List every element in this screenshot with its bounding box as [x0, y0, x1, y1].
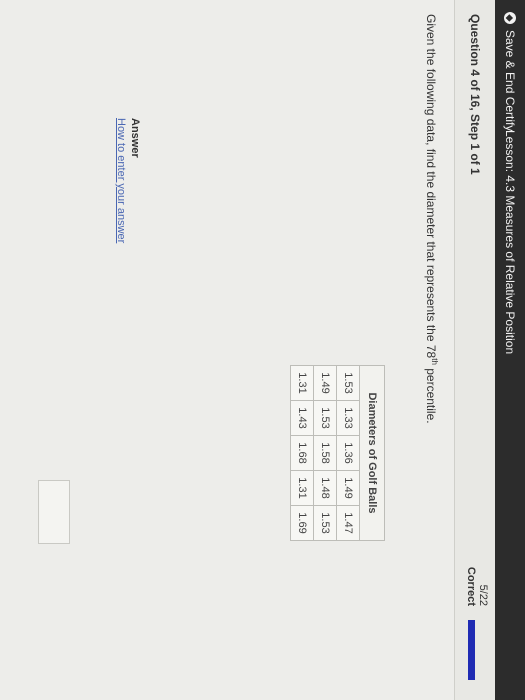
- table-cell: 1.53: [313, 400, 337, 436]
- question-prompt: Given the following data, find the diame…: [424, 14, 439, 424]
- table-cell: 1.49: [336, 470, 360, 506]
- table-row: 1.49 1.53 1.58 1.48 1.53: [313, 365, 337, 541]
- question-header: Question 4 of 16, Step 1 of 1 5/22 Corre…: [454, 0, 495, 700]
- table-cell: 1.69: [290, 505, 314, 541]
- prompt-superscript: th: [430, 358, 439, 365]
- score-fraction: 5/22: [477, 584, 489, 606]
- page: ◆ Save & End Certify Lesson: 4.3 Measure…: [0, 0, 525, 700]
- score-status: Correct: [465, 566, 477, 606]
- table-cell: 1.48: [313, 470, 337, 506]
- progress-bar: [468, 620, 475, 680]
- table-cell: 1.53: [313, 505, 337, 541]
- table-title: Diameters of Golf Balls: [359, 365, 385, 541]
- lesson-title: Lesson: 4.3 Measures of Relative Positio…: [503, 130, 517, 355]
- data-table: Diameters of Golf Balls 1.53 1.33 1.36 1…: [290, 365, 385, 541]
- score: 5/22 Correct: [465, 536, 489, 606]
- prompt-text: Given the following data, find the diame…: [424, 14, 438, 359]
- save-icon: ◆: [504, 12, 516, 24]
- answer-input[interactable]: [38, 480, 70, 544]
- table-cell: 1.49: [313, 365, 337, 401]
- answer-label: Answer: [129, 118, 141, 158]
- top-bar: ◆ Save & End Certify Lesson: 4.3 Measure…: [495, 0, 525, 700]
- save-end-label: Save & End Certify: [503, 30, 517, 132]
- table-cell: 1.31: [290, 470, 314, 506]
- question-label: Question 4 of 16, Step 1 of 1: [468, 14, 482, 175]
- table-cell: 1.33: [336, 400, 360, 436]
- table-cell: 1.58: [313, 435, 337, 471]
- table-row: 1.53 1.33 1.36 1.49 1.47: [336, 365, 360, 541]
- how-to-enter-answer-link[interactable]: How to enter your answer: [115, 118, 127, 243]
- save-end-button[interactable]: ◆ Save & End Certify: [495, 12, 525, 131]
- prompt-text-end: percentile.: [424, 364, 438, 424]
- table-cell: 1.68: [290, 435, 314, 471]
- table-cell: 1.36: [336, 435, 360, 471]
- table-cell: 1.53: [336, 365, 360, 401]
- table-row: 1.31 1.43 1.68 1.31 1.69: [290, 365, 314, 541]
- table-cell: 1.43: [290, 400, 314, 436]
- table-cell: 1.31: [290, 365, 314, 401]
- table-cell: 1.47: [336, 505, 360, 541]
